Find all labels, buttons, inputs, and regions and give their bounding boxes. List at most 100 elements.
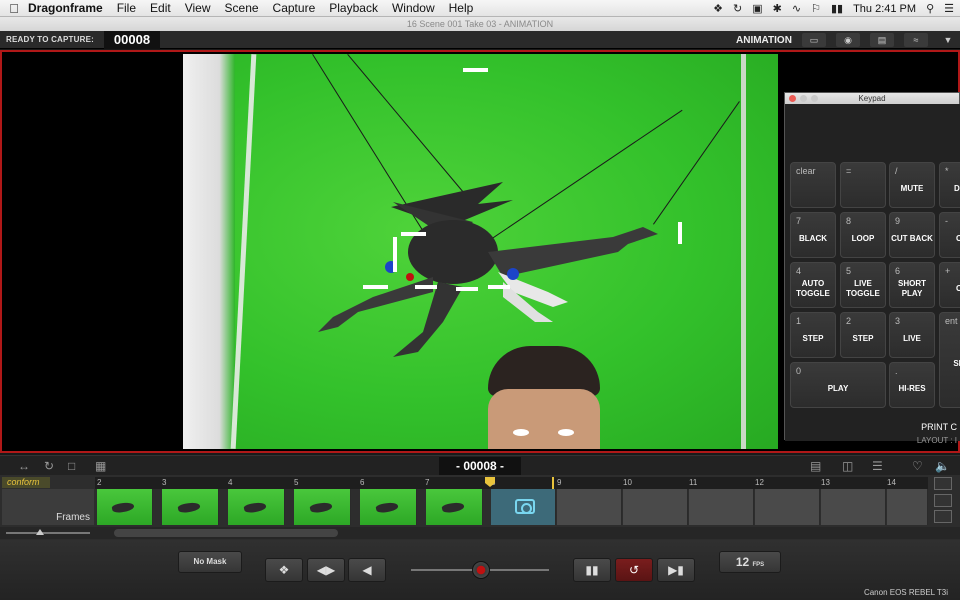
airplay-icon[interactable]: ▣	[752, 2, 762, 15]
timeline-scrollbar[interactable]	[114, 529, 338, 537]
keypad-titlebar[interactable]: Keypad	[785, 93, 959, 104]
minimize-window-icon[interactable]	[800, 95, 807, 102]
list-view-icon[interactable]: ☰	[872, 459, 883, 473]
key-delete[interactable]: *DEL	[939, 162, 960, 208]
key-auto-toggle[interactable]: 4 AUTO TOGGLE	[790, 262, 836, 308]
apple-logo-icon[interactable]: 	[0, 1, 28, 16]
dialogue-icon[interactable]: ♡	[912, 459, 923, 473]
frame-thumbnail[interactable]	[294, 489, 351, 525]
view-menu-icon[interactable]: ▼	[936, 33, 960, 47]
loop-icon[interactable]: ↺	[615, 558, 653, 582]
fps-value: 12	[735, 555, 750, 569]
battery-icon[interactable]: ▮▮	[831, 2, 843, 15]
key-cut-back[interactable]: 9 CUT BACK	[889, 212, 935, 258]
playback-slider-knob[interactable]	[472, 561, 490, 579]
menu-clock[interactable]: Thu 2:41 PM	[853, 3, 916, 15]
audio-view-icon[interactable]: ≈	[904, 33, 928, 47]
key-step-back[interactable]: 1 STEP	[790, 312, 836, 358]
close-window-icon[interactable]	[789, 95, 796, 102]
dropbox-icon[interactable]: ❖	[713, 2, 723, 15]
fps-unit: FPS	[752, 562, 765, 568]
timeline-view-icon[interactable]: ▤	[810, 459, 821, 473]
sync-icon[interactable]: ↻	[733, 2, 742, 15]
key-short-play[interactable]: 6 SHORT PLAY	[889, 262, 935, 308]
playhead[interactable]	[552, 477, 554, 489]
close-track-icon[interactable]	[934, 477, 952, 490]
conform-label[interactable]: conform	[2, 477, 50, 488]
bluetooth-icon[interactable]: ✱	[773, 2, 782, 15]
frame-thumbnail[interactable]	[360, 489, 417, 525]
empty-frame-cell[interactable]	[689, 489, 754, 525]
camera-view-icon[interactable]: ◉	[836, 33, 860, 47]
timeline-zoom-slider[interactable]	[6, 532, 90, 534]
frame-thumbnail[interactable]	[162, 489, 219, 525]
menu-playback[interactable]: Playback	[329, 1, 378, 15]
flag-icon[interactable]: ⚐	[811, 2, 821, 15]
key-hi-res[interactable]: . HI-RES	[889, 362, 935, 408]
key-clear[interactable]: clear	[790, 162, 836, 208]
key-mute[interactable]: / MUTE	[889, 162, 935, 208]
frame-thumbnail[interactable]	[426, 489, 483, 525]
live-view-image	[183, 54, 778, 449]
frame-thumbnail[interactable]	[97, 489, 153, 525]
select-frame-icon[interactable]: □	[68, 459, 75, 473]
key-enter-shoot[interactable]: entSHO	[939, 312, 960, 408]
wifi-icon[interactable]: ∿	[792, 2, 801, 15]
track-option-icon[interactable]	[934, 494, 952, 507]
live-frame-cell[interactable]	[491, 489, 556, 525]
menu-edit[interactable]: Edit	[150, 1, 171, 15]
empty-frame-cell[interactable]	[755, 489, 820, 525]
key-live[interactable]: 3 LIVE	[889, 312, 935, 358]
menu-app-name[interactable]: Dragonframe	[28, 1, 103, 15]
grid-icon[interactable]: ▦	[95, 459, 106, 473]
key-label: DEL	[954, 184, 960, 193]
overlay-marker	[678, 222, 682, 244]
frames-track-header[interactable]: Frames	[2, 489, 94, 525]
key-label: CUT BACK	[891, 234, 933, 243]
menu-help[interactable]: Help	[449, 1, 474, 15]
frame-thumbnail[interactable]	[228, 489, 285, 525]
fps-selector[interactable]: 12 FPS	[719, 551, 781, 573]
xsheet-view-icon[interactable]: ◫	[842, 459, 853, 473]
animation-view-icon[interactable]: ▭	[802, 33, 826, 47]
key-play[interactable]: 0 PLAY	[790, 362, 886, 408]
go-to-start-icon[interactable]: ◀▶	[307, 558, 345, 582]
cinematography-view-icon[interactable]: ▤	[870, 33, 894, 47]
mask-dropdown[interactable]: No Mask	[178, 551, 242, 573]
key-equals[interactable]: =	[840, 162, 886, 208]
step-back-icon[interactable]: ◀	[348, 558, 386, 582]
menu-view[interactable]: View	[185, 1, 211, 15]
menu-file[interactable]: File	[117, 1, 136, 15]
menu-scene[interactable]: Scene	[225, 1, 259, 15]
menu-capture[interactable]: Capture	[273, 1, 316, 15]
empty-frame-cell[interactable]	[887, 489, 928, 525]
frame-ruler[interactable]: 2 3 4 5 6 7 8 9 10 11 12 13 14	[95, 477, 928, 489]
keypad-print-label[interactable]: PRINT C	[921, 422, 957, 432]
overlay-marker	[456, 287, 478, 291]
key-live-toggle[interactable]: 5 LIVE TOGGLE	[840, 262, 886, 308]
overlay-marker	[393, 237, 397, 272]
notification-center-icon[interactable]: ☰	[944, 2, 954, 15]
refresh-icon[interactable]: ↻	[44, 459, 54, 473]
empty-frame-cell[interactable]	[821, 489, 886, 525]
play-icon[interactable]: ▶▮	[657, 558, 695, 582]
volume-icon[interactable]: 🔈	[935, 459, 950, 473]
spotlight-search-icon[interactable]: ⚲	[926, 2, 934, 15]
empty-frame-cell[interactable]	[557, 489, 622, 525]
ruler-tick: 14	[887, 478, 896, 487]
key-step-forward[interactable]: 2 STEP	[840, 312, 886, 358]
empty-frame-cell[interactable]	[623, 489, 688, 525]
fit-timeline-icon[interactable]: ↔	[18, 459, 30, 473]
key-label: STEP	[802, 334, 824, 343]
key-onion-minus[interactable]: -ON	[939, 212, 960, 258]
move-icon[interactable]: ❖	[265, 558, 303, 582]
key-loop[interactable]: 8 LOOP	[840, 212, 886, 258]
track-display-icon[interactable]	[934, 510, 952, 523]
keypad-layout-label[interactable]: LAYOUT : I	[917, 436, 957, 445]
menu-window[interactable]: Window	[392, 1, 435, 15]
dragon-puppet	[318, 182, 658, 357]
zoom-window-icon[interactable]	[811, 95, 818, 102]
short-play-icon[interactable]: ▮▮	[573, 558, 611, 582]
key-onion-plus[interactable]: +ON	[939, 262, 960, 308]
key-black[interactable]: 7 BLACK	[790, 212, 836, 258]
